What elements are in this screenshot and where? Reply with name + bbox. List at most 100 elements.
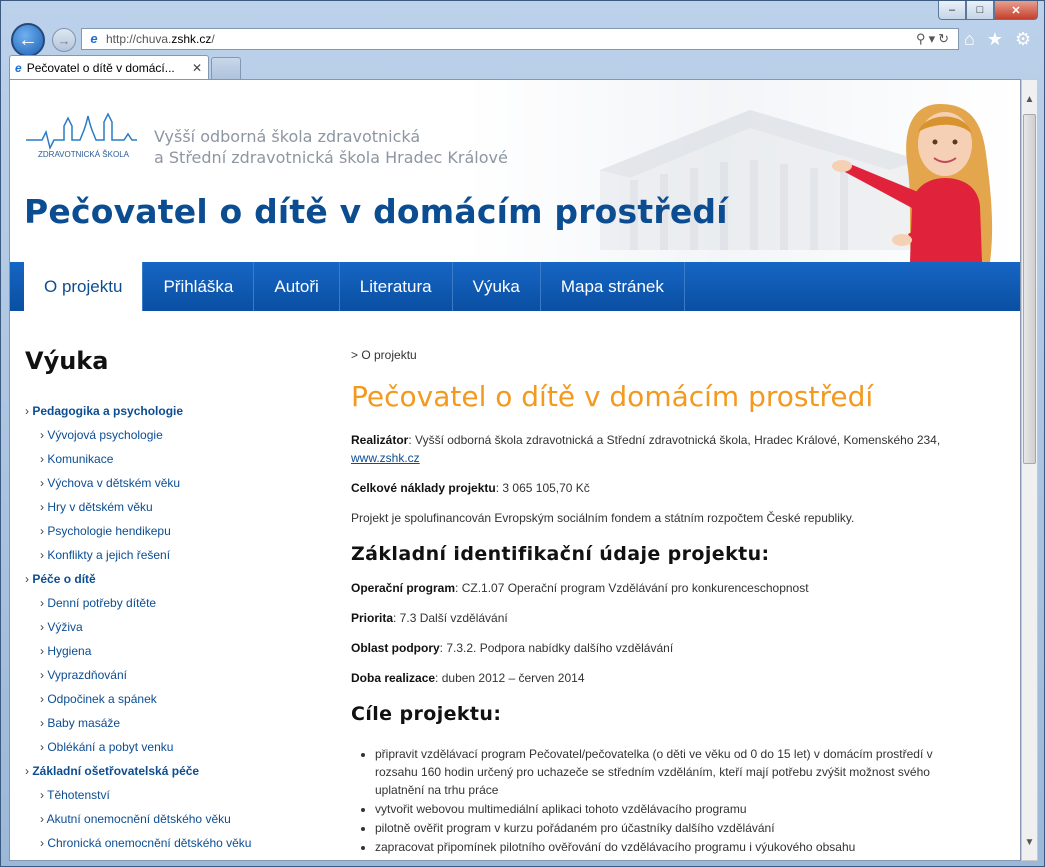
list-item: připravit vzdělávací program Pečovatel/p… xyxy=(375,745,971,799)
sidebar-item[interactable]: Výchova v dětském věku xyxy=(25,471,315,495)
page-viewport: ZDRAVOTNICKÁ ŠKOLA Vyšší odborná škola z… xyxy=(9,79,1021,861)
sidebar: Výuka Pedagogika a psychologie Vývojová … xyxy=(25,347,315,855)
logo-text: ZDRAVOTNICKÁ ŠKOLA xyxy=(38,150,130,159)
sidebar-category[interactable]: Základní ošetřovatelská péče xyxy=(25,759,315,783)
nav-prihlaska[interactable]: Přihláška xyxy=(143,262,255,311)
id-row: Doba realizace: duben 2012 – červen 2014 xyxy=(351,669,971,687)
sidebar-item[interactable]: Denní potřeby dítěte xyxy=(25,591,315,615)
id-row-value: : 7.3 Další vzdělávání xyxy=(393,611,508,625)
sidebar-item[interactable]: Komunikace xyxy=(25,447,315,471)
sidebar-item[interactable]: Odpočinek a spánek xyxy=(25,687,315,711)
sidebar-category[interactable]: Pedagogika a psychologie xyxy=(25,399,315,423)
id-row-value: : 7.3.2. Podpora nabídky dalšího vzděláv… xyxy=(439,641,674,655)
maximize-button[interactable]: □ xyxy=(966,1,994,20)
url-host: zshk.cz xyxy=(171,32,212,46)
sidebar-item[interactable]: Vyprazdňování xyxy=(25,663,315,687)
goals-list: připravit vzdělávací program Pečovatel/p… xyxy=(375,745,971,856)
tab-strip: e Pečovatel o dítě v domácí... ✕ xyxy=(9,55,1039,79)
sidebar-item[interactable]: Hry v dětském věku xyxy=(25,495,315,519)
tab-active[interactable]: e Pečovatel o dítě v domácí... ✕ xyxy=(9,55,209,79)
funding-paragraph: Projekt je spolufinancován Evropským soc… xyxy=(351,511,855,525)
sidebar-item[interactable]: Výživa xyxy=(25,615,315,639)
tab-title: Pečovatel o dítě v domácí... xyxy=(26,60,175,75)
vertical-scrollbar[interactable]: ▲ ▼ xyxy=(1021,79,1038,861)
nav-autori[interactable]: Autoři xyxy=(254,262,340,311)
minimize-button[interactable]: – xyxy=(938,1,966,20)
close-button[interactable]: ✕ xyxy=(994,1,1038,20)
breadcrumb[interactable]: > O projektu xyxy=(351,348,971,362)
school-name: Vyšší odborná škola zdravotnická a Střed… xyxy=(154,126,508,168)
arrow-right-icon: → xyxy=(57,32,71,48)
home-icon[interactable]: ⌂ xyxy=(964,29,975,50)
list-item: pilotně ověřit program v kurzu pořádaném… xyxy=(375,819,971,837)
sidebar-item[interactable]: Hygiena xyxy=(25,639,315,663)
sidebar-title: Výuka xyxy=(25,347,109,375)
id-row-value: : CZ.1.07 Operační program Vzdělávání pr… xyxy=(455,581,809,595)
address-tools: ⚲▾↻ xyxy=(916,31,952,47)
id-row: Operační program: CZ.1.07 Operační progr… xyxy=(351,579,971,597)
school-website-link[interactable]: www.zshk.cz xyxy=(351,451,420,465)
list-item: zapracovat připomínek pilotního ověřován… xyxy=(375,838,971,856)
costs-paragraph: Celkové náklady projektu: 3 065 105,70 K… xyxy=(351,479,971,497)
tab-close-icon[interactable]: ✕ xyxy=(192,61,202,75)
new-tab-button[interactable] xyxy=(211,57,241,79)
sidebar-item[interactable]: Akutní onemocnění dětského věku xyxy=(25,807,315,831)
school-name-line1: Vyšší odborná škola zdravotnická xyxy=(154,127,421,146)
back-button[interactable]: ← xyxy=(11,23,45,57)
nav-literatura[interactable]: Literatura xyxy=(340,262,453,311)
scroll-thumb[interactable] xyxy=(1023,114,1036,464)
girl-pointing-illustration xyxy=(832,104,993,262)
sidebar-item[interactable]: Vývojová psychologie xyxy=(25,423,315,447)
costs-label: Celkové náklady projektu xyxy=(351,481,496,495)
forward-button[interactable]: → xyxy=(52,28,76,52)
page-title: Pečovatel o dítě v domácím prostředí xyxy=(351,380,874,413)
id-row: Oblast podpory: 7.3.2. Podpora nabídky d… xyxy=(351,639,971,657)
url-prefix: http://chuva. xyxy=(106,32,172,46)
nav-mapa-stranek[interactable]: Mapa stránek xyxy=(541,262,685,311)
site-header: ZDRAVOTNICKÁ ŠKOLA Vyšší odborná škola z… xyxy=(10,80,1020,262)
ie-tab-icon: e xyxy=(15,60,22,75)
window-controls: – □ ✕ xyxy=(938,1,1038,20)
main-navigation: O projektu Přihláška Autoři Literatura V… xyxy=(10,262,1020,311)
sidebar-item[interactable]: Baby masáže xyxy=(25,711,315,735)
url-suffix: / xyxy=(211,32,215,46)
site-title: Pečovatel o dítě v domácím prostředí xyxy=(24,192,728,231)
id-row-label: Doba realizace xyxy=(351,671,436,685)
list-item: vytvořit webovou multimediální aplikaci … xyxy=(375,800,971,818)
main-content: > O projektu Pečovatel o dítě v domácím … xyxy=(351,348,971,857)
costs-value: : 3 065 105,70 Kč xyxy=(495,481,590,495)
sidebar-item[interactable]: Těhotenství xyxy=(25,783,315,807)
sidebar-category[interactable]: Péče o dítě xyxy=(25,567,315,591)
ie-page-icon: e xyxy=(90,31,98,46)
school-logo: ZDRAVOTNICKÁ ŠKOLA xyxy=(26,112,137,159)
goals-heading: Cíle projektu: xyxy=(351,703,502,725)
dropdown-icon[interactable]: ▾ xyxy=(929,31,939,46)
sidebar-item[interactable]: Psychologie hendikepu xyxy=(25,519,315,543)
favorites-star-icon[interactable]: ★ xyxy=(987,29,1003,50)
sidebar-item[interactable]: Chronická onemocnění dětského věku xyxy=(25,831,315,855)
realizator-label: Realizátor xyxy=(351,433,409,447)
address-bar[interactable]: e http://chuva. zshk.cz / ⚲▾↻ xyxy=(81,28,959,50)
browser-window: – □ ✕ ← → e http://chuva. zshk.cz / ⚲▾↻ ⌂ … xyxy=(0,0,1045,867)
scroll-up-icon[interactable]: ▲ xyxy=(1022,94,1037,105)
scroll-down-icon[interactable]: ▼ xyxy=(1022,837,1037,848)
sidebar-item[interactable]: Oblékání a pobyt venku xyxy=(25,735,315,759)
id-row: Priorita: 7.3 Další vzdělávání xyxy=(351,609,971,627)
realizator-value: : Vyšší odborná škola zdravotnická a Stř… xyxy=(408,433,941,447)
arrow-left-icon: ← xyxy=(18,28,38,51)
id-row-label: Operační program xyxy=(351,581,456,595)
nav-vyuka[interactable]: Výuka xyxy=(453,262,541,311)
browser-toolbar: ⌂ ★ ⚙ xyxy=(964,29,1031,50)
nav-o-projektu[interactable]: O projektu xyxy=(24,262,144,311)
content-area: Výuka Pedagogika a psychologie Vývojová … xyxy=(10,311,1020,860)
browser-navbar: ← → e http://chuva. zshk.cz / ⚲▾↻ ⌂ ★ ⚙ xyxy=(9,23,1039,57)
gear-icon[interactable]: ⚙ xyxy=(1015,29,1031,50)
sidebar-item[interactable]: Konflikty a jejich řešení xyxy=(25,543,315,567)
realizator-paragraph: Realizátor: Vyšší odborná škola zdravotn… xyxy=(351,431,971,467)
id-row-value: : duben 2012 – červen 2014 xyxy=(435,671,585,685)
search-icon[interactable]: ⚲ xyxy=(916,31,929,46)
school-name-line2: a Střední zdravotnická škola Hradec Král… xyxy=(154,148,508,167)
id-row-label: Oblast podpory xyxy=(351,641,440,655)
refresh-icon[interactable]: ↻ xyxy=(938,31,952,46)
id-row-label: Priorita xyxy=(351,611,394,625)
